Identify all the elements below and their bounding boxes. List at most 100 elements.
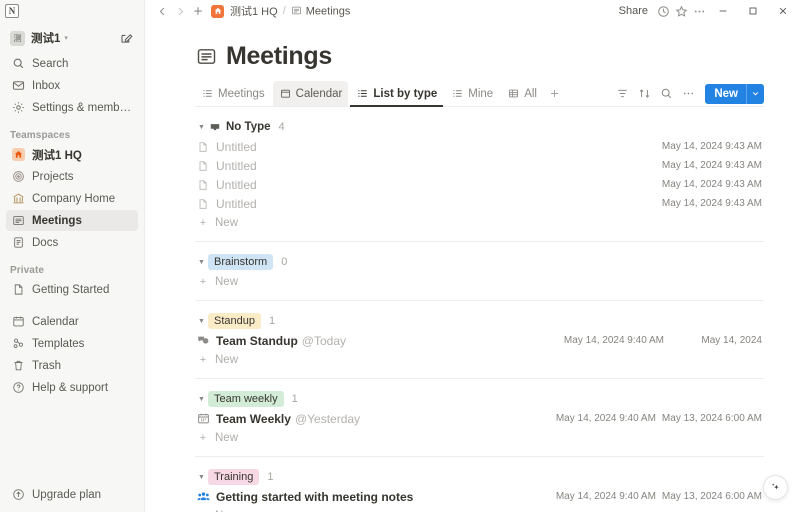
workspace-avatar: 测 xyxy=(10,31,25,46)
group-count: 1 xyxy=(269,315,275,327)
sidebar: N 测 测试1 ▾ Search xyxy=(0,0,145,512)
collapse-arrow-icon[interactable]: ▼ xyxy=(195,396,208,403)
gear-icon xyxy=(10,100,26,116)
group-header[interactable]: ▼ Standup 1 xyxy=(195,311,764,331)
filter-icon[interactable] xyxy=(612,84,632,104)
sidebar-item-meetings[interactable]: Meetings xyxy=(6,210,138,231)
sidebar-item-company-home[interactable]: Company Home xyxy=(6,188,138,209)
group-header[interactable]: ▼ Team weekly 1 xyxy=(195,389,764,409)
row-title: Untitled xyxy=(216,140,257,154)
breadcrumb-workspace[interactable]: 测试1 HQ xyxy=(228,2,280,20)
group-header[interactable]: ▼ Brainstorm 0 xyxy=(195,252,764,272)
database-list-icon xyxy=(195,46,217,68)
more-options-icon[interactable] xyxy=(678,84,698,104)
table-row[interactable]: Untitled May 14, 2024 9:43 AM xyxy=(195,156,764,175)
row-title: Untitled xyxy=(216,178,257,192)
new-row-label: New xyxy=(215,276,238,288)
tab-list-by-type[interactable]: List by type xyxy=(350,81,443,106)
collapse-arrow-icon[interactable]: ▼ xyxy=(195,124,208,131)
breadcrumb-page-label: Meetings xyxy=(306,6,351,18)
chevron-down-icon[interactable] xyxy=(747,84,764,104)
new-button[interactable]: New xyxy=(705,84,764,104)
row-subtitle: @Yesterday xyxy=(295,412,360,426)
sidebar-item-trash[interactable]: Trash xyxy=(6,355,138,376)
list-icon xyxy=(356,87,369,100)
sidebar-item-label: Company Home xyxy=(32,193,115,205)
window-close-button[interactable] xyxy=(768,0,798,22)
tab-all[interactable]: All xyxy=(501,81,543,106)
page-title: Meetings xyxy=(226,42,332,71)
sidebar-item-help[interactable]: Help & support xyxy=(6,377,138,398)
row-date-created: May 14, 2024 9:43 AM xyxy=(654,198,762,209)
app-logo-icon: N xyxy=(5,4,19,18)
group-list: ▼ No Type 4 xyxy=(195,117,764,512)
add-view-icon[interactable] xyxy=(545,83,565,105)
sidebar-item-getting-started[interactable]: Getting Started xyxy=(6,279,138,300)
share-button[interactable]: Share xyxy=(613,3,654,19)
tab-meetings[interactable]: Meetings xyxy=(195,81,271,106)
tab-calendar[interactable]: Calendar xyxy=(273,81,349,106)
new-row-button[interactable]: + New xyxy=(195,428,764,447)
new-row-button[interactable]: + New xyxy=(195,350,764,369)
table-row[interactable]: Untitled May 14, 2024 9:43 AM xyxy=(195,194,764,213)
sidebar-item-docs[interactable]: Docs xyxy=(6,232,138,253)
tab-label: Meetings xyxy=(218,88,265,100)
sidebar-item-inbox[interactable]: Inbox xyxy=(6,75,138,96)
page-icon xyxy=(195,139,211,155)
upgrade-icon xyxy=(10,487,26,503)
sidebar-item-calendar[interactable]: Calendar xyxy=(6,311,138,332)
star-icon[interactable] xyxy=(672,2,690,20)
sparkle-icon[interactable] xyxy=(763,475,788,500)
sidebar-item-projects[interactable]: Projects xyxy=(6,166,138,187)
new-page-icon[interactable] xyxy=(189,2,207,20)
table-row[interactable]: Untitled May 14, 2024 9:43 AM xyxy=(195,137,764,156)
sidebar-item-settings[interactable]: Settings & members xyxy=(6,97,138,118)
breadcrumb-page[interactable]: Meetings xyxy=(289,3,353,19)
window-minimize-button[interactable] xyxy=(708,0,738,22)
forward-icon[interactable] xyxy=(171,2,189,20)
collapse-arrow-icon[interactable]: ▼ xyxy=(195,259,208,266)
tab-mine[interactable]: Mine xyxy=(445,81,499,106)
table-row[interactable]: Team Standup @Today May 14, 2024 9:40 AM… xyxy=(195,331,764,350)
back-icon[interactable] xyxy=(153,2,171,20)
sidebar-item-templates[interactable]: Templates xyxy=(6,333,138,354)
sidebar-item-workspace-hq[interactable]: 测试1 HQ xyxy=(6,144,138,165)
sidebar-item-search[interactable]: Search xyxy=(6,53,138,74)
group-divider xyxy=(195,300,764,301)
new-row-button[interactable]: + New xyxy=(195,272,764,291)
group-count: 4 xyxy=(279,121,285,133)
upgrade-plan-button[interactable]: Upgrade plan xyxy=(6,484,138,505)
group-header[interactable]: ▼ No Type 4 xyxy=(195,117,764,137)
collapse-arrow-icon[interactable]: ▼ xyxy=(195,474,208,481)
house-icon xyxy=(10,147,26,163)
group-header[interactable]: ▼ Training 1 xyxy=(195,467,764,487)
group-team-weekly: ▼ Team weekly 1 Team Weekly xyxy=(195,389,764,457)
people-icon xyxy=(195,489,211,505)
table-row[interactable]: Getting started with meeting notes May 1… xyxy=(195,487,764,506)
new-row-button[interactable]: + New xyxy=(195,213,764,232)
clock-icon[interactable] xyxy=(654,2,672,20)
window-maximize-button[interactable] xyxy=(738,0,768,22)
breadcrumb-separator: / xyxy=(283,5,286,17)
search-icon[interactable] xyxy=(656,84,676,104)
new-row-button[interactable]: + New xyxy=(195,506,764,512)
row-date-event: May 13, 2024 6:00 AM xyxy=(662,413,762,424)
row-date-event: May 13, 2024 6:00 AM xyxy=(662,491,762,502)
group-count: 0 xyxy=(281,256,287,268)
sidebar-item-label: Meetings xyxy=(32,215,82,227)
table-row[interactable]: Team Weekly @Yesterday May 14, 2024 9:40… xyxy=(195,409,764,428)
group-tag: Training xyxy=(208,469,259,485)
workspace-switcher[interactable]: 测 测试1 ▾ xyxy=(6,25,138,51)
sidebar-titlebar: N xyxy=(0,0,144,22)
calendar-icon xyxy=(195,411,211,427)
row-date-created: May 14, 2024 9:43 AM xyxy=(654,179,762,190)
breadcrumb-home-icon[interactable] xyxy=(211,5,224,18)
page-header: Meetings xyxy=(195,42,764,71)
page-icon xyxy=(195,158,211,174)
more-options-icon[interactable] xyxy=(690,2,708,20)
plus-icon: + xyxy=(195,217,211,229)
compose-icon[interactable] xyxy=(118,30,134,46)
sort-icon[interactable] xyxy=(634,84,654,104)
collapse-arrow-icon[interactable]: ▼ xyxy=(195,318,208,325)
table-row[interactable]: Untitled May 14, 2024 9:43 AM xyxy=(195,175,764,194)
